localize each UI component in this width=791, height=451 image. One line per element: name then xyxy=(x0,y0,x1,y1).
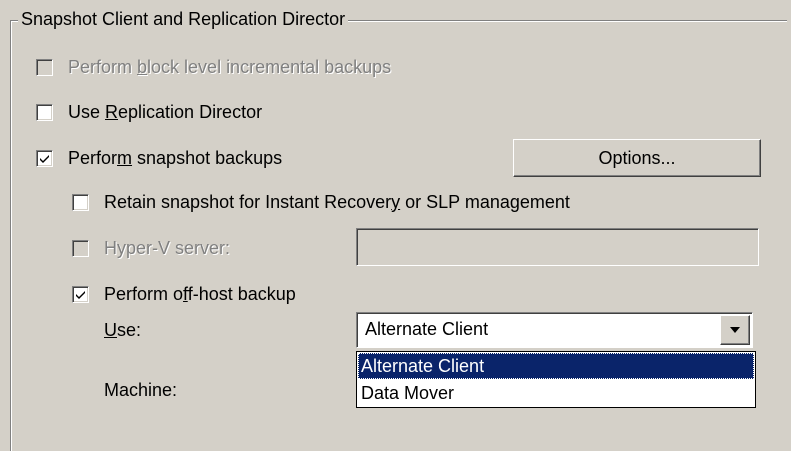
group-title: Snapshot Client and Replication Director xyxy=(18,8,349,30)
block-level-row: Perform block level incremental backups xyxy=(36,55,391,79)
checkmark-icon xyxy=(40,154,49,163)
snapshot-backups-label: Perform snapshot backups xyxy=(68,147,283,168)
use-dropdown-list: Alternate Client Data Mover xyxy=(356,351,756,408)
dropdown-item-data-mover[interactable]: Data Mover xyxy=(358,380,754,406)
use-label: Use: xyxy=(104,320,142,340)
retain-snapshot-row: Retain snapshot for Instant Recovery or … xyxy=(72,190,570,214)
hyperv-server-checkbox[interactable] xyxy=(72,239,89,257)
chevron-down-icon xyxy=(730,327,740,333)
hyperv-server-row: Hyper-V server: xyxy=(72,236,230,260)
machine-label: Machine: xyxy=(104,380,178,400)
use-combobox[interactable]: Alternate Client xyxy=(356,312,753,348)
snapshot-backups-checkbox[interactable] xyxy=(36,149,53,167)
dropdown-item-alternate-client[interactable]: Alternate Client xyxy=(358,353,754,379)
use-selected-value: Alternate Client xyxy=(365,319,489,339)
checkmark-icon xyxy=(76,290,85,299)
hyperv-server-input[interactable] xyxy=(356,228,759,266)
retain-snapshot-checkbox[interactable] xyxy=(72,193,89,211)
hyperv-server-label: Hyper-V server: xyxy=(104,237,231,258)
offhost-backup-row: Perform off-host backup xyxy=(72,282,296,306)
replication-director-label: Use Replication Director xyxy=(68,101,263,122)
offhost-backup-checkbox[interactable] xyxy=(72,285,89,303)
options-button[interactable]: Options... xyxy=(513,139,761,177)
replication-director-row: Use Replication Director xyxy=(36,100,262,124)
retain-snapshot-label: Retain snapshot for Instant Recovery or … xyxy=(104,191,570,212)
replication-director-checkbox[interactable] xyxy=(36,103,53,121)
snapshot-backups-row: Perform snapshot backups xyxy=(36,146,282,170)
block-level-checkbox[interactable] xyxy=(36,58,53,76)
dropdown-button[interactable] xyxy=(720,315,750,345)
offhost-backup-label: Perform off-host backup xyxy=(104,283,296,304)
block-level-label: Perform block level incremental backups xyxy=(68,56,392,77)
